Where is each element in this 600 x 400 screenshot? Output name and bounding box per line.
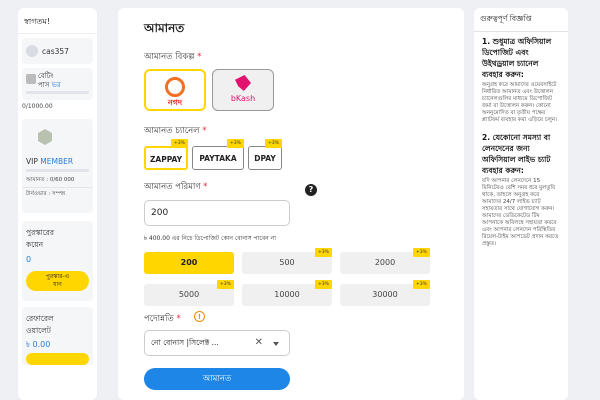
sidebar: স্বাগতম! cas357 বেটিং পাস ভর 0/1000.00 V… (18, 8, 97, 400)
method-bkash-label: bKash (230, 94, 256, 103)
notice-heading-1: 1. শুধুমাত্র অফিসিয়াল ডিপোজিট এবং উইথড্… (482, 37, 552, 79)
bonus-note: ৳ 400.00 এর নিচে ডিপোজিট কোন বোনাস পাবেন… (144, 235, 276, 242)
quick-amount-500-tag: +3% (315, 248, 332, 257)
help-icon[interactable]: ? (305, 184, 317, 196)
channel-paytaka[interactable]: PAYTAKA (192, 146, 244, 170)
greeting: স্বাগতম! (18, 8, 97, 34)
vip-turnover-status: টার্নওভার : সম্পন্ন (26, 191, 66, 197)
vip-title: VIP MEMBER (26, 157, 74, 166)
promotion-label: পদোন্নতি * (144, 314, 181, 324)
clear-icon[interactable]: ✕ (255, 331, 263, 355)
vip-deposit-progress: আমানত : 0/60 000 (26, 177, 75, 183)
user-icon (26, 45, 38, 57)
method-nagad-label: নগদ (167, 98, 183, 107)
bonus-coins-title: পুরস্কারের কয়েন (26, 228, 55, 249)
important-notice: গুরুত্বপূর্ণ বিজ্ঞপ্তি 1. শুধুমাত্র অফিস… (474, 8, 568, 400)
betting-pass-card[interactable]: বেটিং পাস ভর (22, 68, 93, 100)
bonus-coins-card: পুরস্কারের কয়েন 0 পুরস্কার-এ যান (22, 221, 93, 301)
deposit-panel: আমানত আমানত বিকল্প * নগদ bKash আমানত চ্য… (118, 8, 464, 400)
betting-pass-icon (26, 74, 36, 84)
referral-wallet-value: ৳ 0.00 (26, 340, 51, 349)
channel-dpay-bonus-tag: +3% (265, 139, 282, 148)
notice-heading-2: 2. যেকোনো সমস্যা বা লেনদেনের জন্য অফিসিয… (482, 133, 551, 175)
deposit-submit-button[interactable]: আমানত (144, 368, 290, 390)
referral-wallet-card: রেফারেল ওয়ালেট ৳ 0.00 (22, 307, 93, 365)
quick-amount-200[interactable]: 200 (144, 252, 234, 274)
notice-body-2: যদি আপনার লেনদেনে 15 মিনিটেরও বেশি সময় … (482, 178, 559, 247)
channel-dpay[interactable]: DPAY (248, 146, 282, 170)
notice-body-1: অনুগ্রহ করে আমাদের ওয়েবসাইটে নির্ধারিত … (482, 82, 558, 123)
quick-amount-30000-tag: +3% (413, 280, 430, 289)
betting-pass-level: ভর (51, 81, 61, 89)
channel-label: আমানত চ্যানেল * (144, 126, 207, 136)
promotion-select[interactable]: নো বোনাস |সিলেক্ট ... ✕ (144, 330, 290, 356)
amount-input[interactable]: 200 (144, 200, 290, 226)
channel-zappay[interactable]: ZAPPAY (144, 146, 188, 170)
betting-pass-value: 0/1000.00 (22, 103, 53, 110)
vip-divider (22, 187, 93, 188)
chevron-down-icon[interactable] (273, 342, 279, 346)
vip-progress-bar (26, 169, 89, 172)
quick-amount-5000-tag: +3% (217, 280, 234, 289)
vip-card[interactable]: VIP MEMBER আমানত : 0/60 000 টার্নওভার : … (22, 119, 93, 213)
promotion-select-value: নো বোনাস |সিলেক্ট ... (151, 338, 219, 347)
vip-badge-icon (38, 129, 52, 145)
channel-zappay-bonus-tag: +3% (171, 139, 188, 148)
page-title: আমানত (144, 21, 185, 35)
nagad-logo-icon (165, 77, 185, 97)
referral-wallet-title: রেফারেল ওয়ালেট (26, 314, 54, 335)
referral-wallet-button[interactable] (26, 353, 89, 365)
method-nagad[interactable]: নগদ (144, 69, 206, 111)
bonus-coins-value: 0 (26, 255, 32, 264)
betting-pass-progress (26, 91, 89, 94)
username: cas357 (42, 46, 69, 56)
bkash-logo-icon (235, 75, 251, 91)
go-to-rewards-button[interactable]: পুরস্কার-এ যান (26, 271, 89, 291)
channel-paytaka-bonus-tag: +3% (227, 139, 244, 148)
quick-amount-10000-tag: +3% (315, 280, 332, 289)
method-bkash[interactable]: bKash (212, 69, 274, 111)
warning-icon[interactable]: ! (194, 311, 205, 322)
user-card[interactable]: cas357 (22, 38, 93, 64)
quick-amount-2000-tag: +3% (413, 248, 430, 257)
notice-title: গুরুত্বপূর্ণ বিজ্ঞপ্তি (480, 14, 532, 23)
method-label: আমানত বিকল্প * (144, 52, 202, 62)
amount-label: আমানত পরিমাণ * (144, 182, 208, 192)
betting-pass-label: বেটিং পাস ভর (38, 72, 61, 89)
